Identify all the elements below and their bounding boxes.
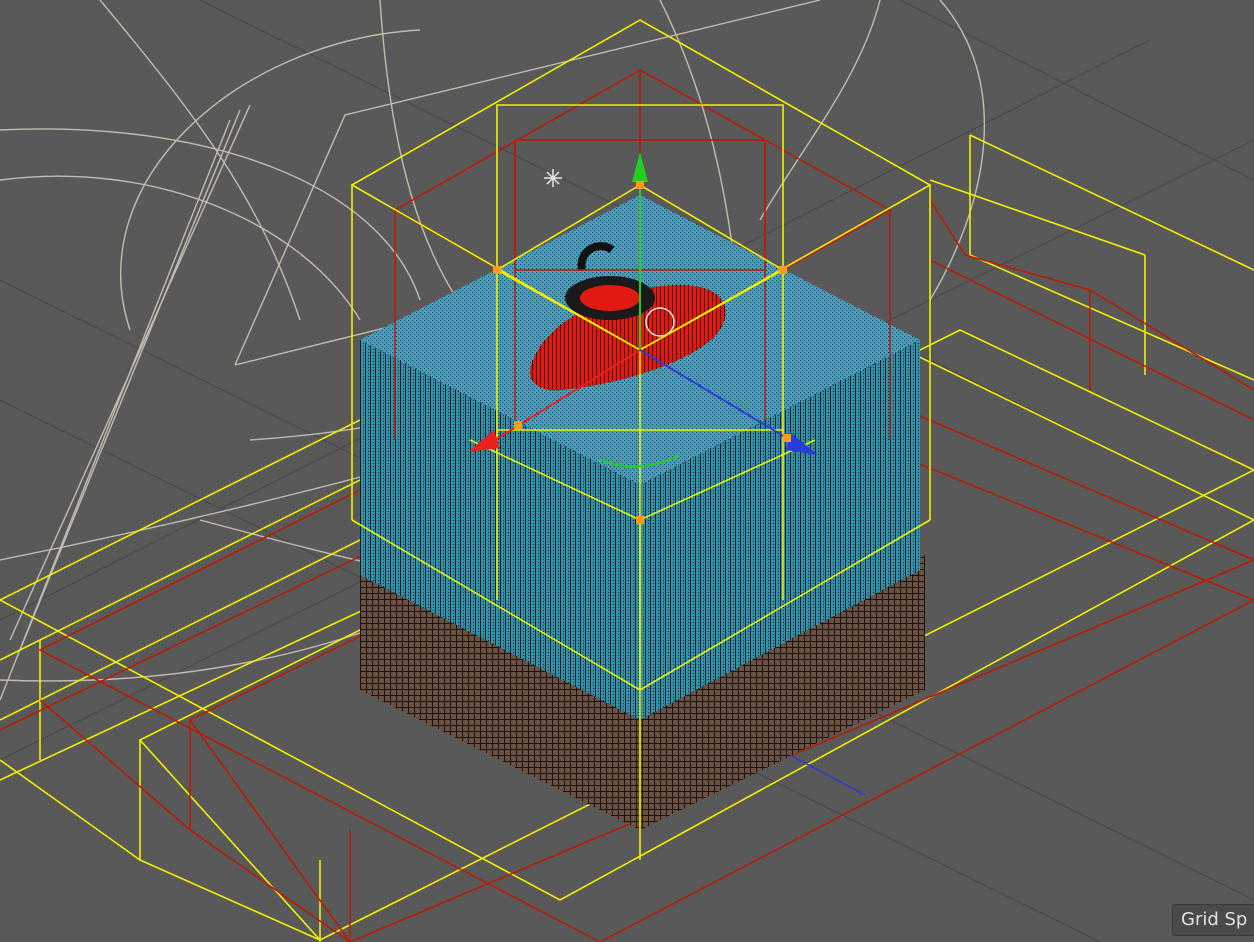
light-icon bbox=[544, 169, 562, 187]
grid-spacing-label: Grid Sp bbox=[1172, 904, 1254, 936]
3d-viewport[interactable]: Grid Sp bbox=[0, 0, 1254, 942]
scene-canvas[interactable] bbox=[0, 0, 1254, 942]
